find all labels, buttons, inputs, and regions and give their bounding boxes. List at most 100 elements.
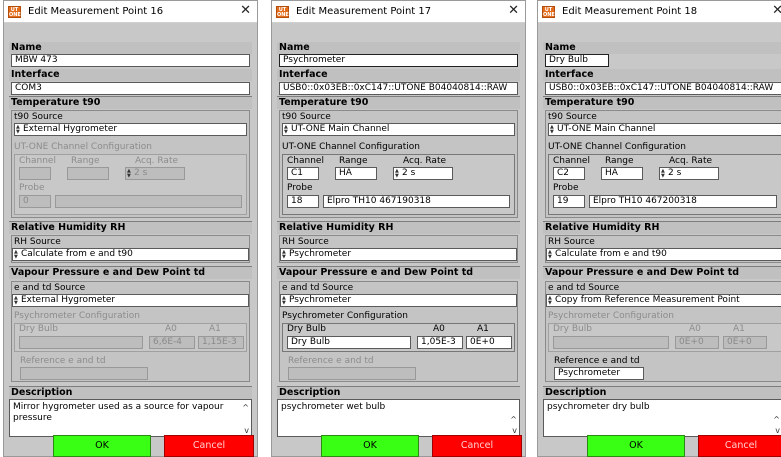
etd-source-select[interactable]: ▲ ▼ Copy from Reference Measurement Point <box>546 294 781 307</box>
vapour-pressure-frame: e and td Source ▲ ▼ External Hygrometer Ps… <box>11 281 250 382</box>
vapour-pressure-frame: e and td Source ▲ ▼ Copy from Reference Me… <box>545 281 781 382</box>
dry-bulb-field[interactable] <box>553 336 669 349</box>
reference-field[interactable] <box>20 367 148 380</box>
a1-field[interactable]: 0E+0 <box>466 336 512 349</box>
etd-source-select[interactable]: ▲ ▼ External Hygrometer <box>12 294 249 307</box>
a0-label: A0 <box>689 324 701 334</box>
acq-rate-select[interactable]: ▲ ▼ 2 s <box>393 167 453 180</box>
dialog-measurement-point-16: UT ONE Edit Measurement Point 16 ✕ Name … <box>3 0 258 457</box>
vapour-pressure-heading: Vapour Pressure e and Dew Point td <box>543 267 781 279</box>
acq-rate-label: Acq. Rate <box>669 156 713 166</box>
ok-button[interactable]: OK <box>53 435 151 457</box>
etd-source-label: e and td Source <box>282 283 354 293</box>
utone-config-frame: Channel Range Acq. Rate ▲ ▼ 2 s Probe 0 <box>14 154 247 215</box>
acq-rate-value: 2 s <box>134 168 148 178</box>
scroll-up-icon[interactable]: ^ <box>773 414 780 425</box>
reference-field[interactable] <box>288 367 416 380</box>
t90-source-value: UT-ONE Main Channel <box>557 124 656 134</box>
probe-label: Probe <box>19 183 45 193</box>
t90-source-select[interactable]: ▲ ▼ External Hygrometer <box>14 123 247 136</box>
spinner-icon[interactable]: ▲ ▼ <box>284 125 289 135</box>
title-bar: UT ONE Edit Measurement Point 18 ✕ <box>538 1 781 23</box>
description-heading: Description <box>543 387 781 399</box>
acq-rate-select[interactable]: ▲ ▼ 2 s <box>125 167 185 180</box>
channel-field[interactable] <box>19 167 51 180</box>
title-bar: UT ONE Edit Measurement Point 17 ✕ <box>272 1 525 23</box>
a0-field[interactable]: 6,6E-4 <box>149 336 195 349</box>
channel-field[interactable]: C2 <box>553 167 585 180</box>
description-textarea[interactable]: Mirror hygrometer used as a source for v… <box>9 399 252 437</box>
cancel-button[interactable]: Cancel <box>164 435 254 457</box>
probe-label: Probe <box>553 183 579 193</box>
close-icon[interactable]: ✕ <box>772 4 781 18</box>
psychrometer-config-label: Psychrometer Configuration <box>282 311 408 321</box>
cancel-button[interactable]: Cancel <box>432 435 522 457</box>
channel-label: Channel <box>19 156 56 166</box>
probe-number-field[interactable]: 18 <box>287 195 319 208</box>
dialog-measurement-point-18: UT ONE Edit Measurement Point 18 ✕ Name … <box>537 0 781 457</box>
rh-source-select[interactable]: ▲ ▼ Calculate from e and t90 <box>12 248 249 261</box>
reference-field[interactable]: Psychrometer <box>554 367 644 380</box>
description-heading: Description <box>277 387 520 399</box>
t90-source-select[interactable]: ▲ ▼ UT-ONE Main Channel <box>282 123 515 136</box>
spinner-icon[interactable]: ▲ ▼ <box>282 250 287 260</box>
vapour-pressure-frame: e and td Source ▲ ▼ Psychrometer Psychrome… <box>279 281 518 382</box>
channel-label: Channel <box>287 156 324 166</box>
acq-rate-value: 2 s <box>402 168 416 178</box>
name-field[interactable]: Dry Bulb <box>545 54 609 67</box>
spinner-icon[interactable]: ▲ ▼ <box>548 250 553 260</box>
spinner-icon[interactable]: ▲ ▼ <box>14 250 19 260</box>
acq-rate-label: Acq. Rate <box>135 156 179 166</box>
rh-heading: Relative Humidity RH <box>277 222 520 234</box>
name-field[interactable]: MBW 473 <box>11 54 250 67</box>
spinner-icon[interactable]: ▲ ▼ <box>395 169 400 179</box>
interface-field[interactable]: USB0::0x03EB::0xC147::UTONE B04040814::R… <box>545 82 781 95</box>
spinner-icon[interactable]: ▲ ▼ <box>661 169 666 179</box>
description-textarea[interactable]: psychrometer wet bulb ^ v <box>277 399 520 437</box>
cancel-button[interactable]: Cancel <box>698 435 781 457</box>
probe-name-field[interactable]: Elpro TH10 467200318 <box>589 195 777 208</box>
rh-source-select[interactable]: ▲ ▼ Calculate from e and t90 <box>546 248 781 261</box>
acq-rate-select[interactable]: ▲ ▼ 2 s <box>659 167 719 180</box>
probe-number-field[interactable]: 19 <box>553 195 585 208</box>
dry-bulb-field[interactable] <box>19 336 143 349</box>
spinner-icon[interactable]: ▲ ▼ <box>14 296 19 306</box>
scroll-up-icon[interactable]: ^ <box>510 414 517 425</box>
ok-button[interactable]: OK <box>321 435 419 457</box>
dry-bulb-field[interactable]: Dry Bulb <box>287 336 411 349</box>
interface-field[interactable]: COM3 <box>11 82 250 95</box>
scroll-up-icon[interactable]: ^ <box>242 402 249 413</box>
range-field[interactable]: HA <box>335 167 377 180</box>
channel-field[interactable]: C1 <box>287 167 319 180</box>
name-field[interactable]: Psychrometer <box>279 54 518 67</box>
utone-config-frame: Channel Range Acq. Rate C2 HA ▲ ▼ 2 s Prob… <box>548 154 781 215</box>
a1-field[interactable]: 0E+0 <box>723 336 767 349</box>
description-textarea[interactable]: psychrometer dry bulb ^ v <box>543 399 781 437</box>
utone-config-frame: Channel Range Acq. Rate C1 HA ▲ ▼ 2 s Prob… <box>282 154 515 215</box>
spinner-icon[interactable]: ▲ ▼ <box>16 125 21 135</box>
rh-source-select[interactable]: ▲ ▼ Psychrometer <box>280 248 517 261</box>
a0-field[interactable]: 1,05E-3 <box>417 336 463 349</box>
probe-number-field[interactable]: 0 <box>19 195 51 208</box>
channel-label: Channel <box>553 156 590 166</box>
rh-source-value: Calculate from e and t90 <box>555 249 667 259</box>
range-label: Range <box>605 156 634 166</box>
range-field[interactable] <box>67 167 109 180</box>
a1-field[interactable]: 1,15E-3 <box>198 336 244 349</box>
spinner-icon[interactable]: ▲ ▼ <box>282 296 287 306</box>
spinner-icon[interactable]: ▲ ▼ <box>127 169 132 179</box>
range-field[interactable]: HA <box>601 167 643 180</box>
spinner-icon[interactable]: ▲ ▼ <box>550 125 555 135</box>
probe-name-field[interactable]: Elpro TH10 467190318 <box>323 195 510 208</box>
rh-source-value: Calculate from e and t90 <box>21 249 133 259</box>
spinner-icon[interactable]: ▲ ▼ <box>548 296 553 306</box>
ok-button[interactable]: OK <box>587 435 685 457</box>
interface-field[interactable]: USB0::0x03EB::0xC147::UTONE B04040814::R… <box>279 82 518 95</box>
close-icon[interactable]: ✕ <box>508 4 519 18</box>
probe-name-field[interactable] <box>55 195 242 208</box>
range-label: Range <box>339 156 368 166</box>
etd-source-select[interactable]: ▲ ▼ Psychrometer <box>280 294 517 307</box>
close-icon[interactable]: ✕ <box>240 4 251 18</box>
t90-source-select[interactable]: ▲ ▼ UT-ONE Main Channel <box>548 123 781 136</box>
a0-field[interactable]: 0E+0 <box>675 336 719 349</box>
